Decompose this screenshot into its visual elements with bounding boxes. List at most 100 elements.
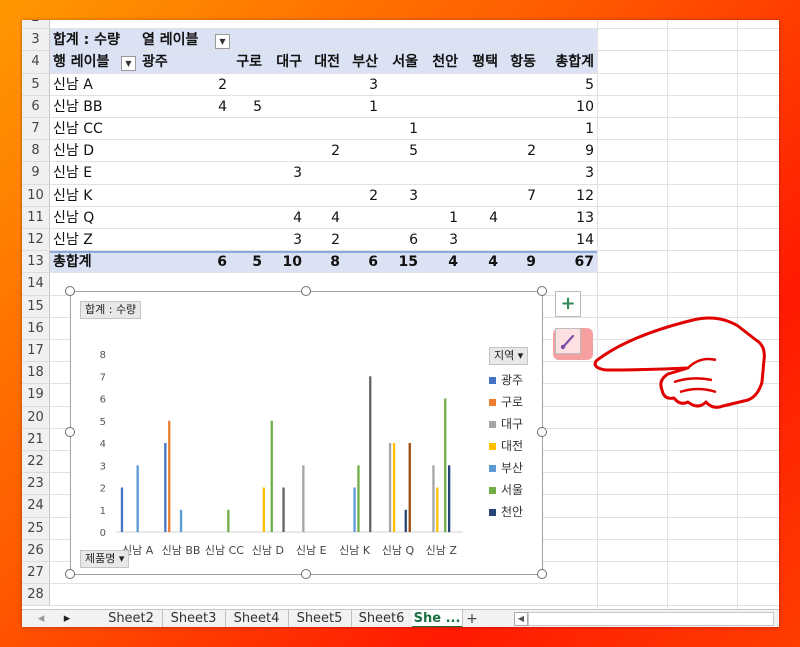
pivot-value-cell[interactable]: 1 — [585, 119, 594, 139]
pivot-value-cell[interactable]: 12 — [576, 186, 594, 206]
grand-total-cell[interactable]: 6 — [368, 252, 378, 272]
sheet-tab[interactable]: Sheet4 — [225, 610, 289, 627]
grand-total-cell[interactable]: 4 — [448, 252, 458, 272]
pivot-row-label[interactable]: 신남 D — [53, 141, 94, 161]
row-header[interactable]: 22 — [22, 451, 50, 474]
row-header[interactable]: 21 — [22, 428, 50, 451]
pivot-value-cell[interactable]: 6 — [409, 230, 418, 250]
legend-item[interactable]: 천안 — [489, 503, 523, 521]
pivot-row-label[interactable]: 신남 A — [53, 75, 93, 95]
pivot-row-label[interactable]: 신남 K — [53, 186, 92, 206]
chart-styles-button[interactable] — [555, 328, 581, 354]
pivot-value-cell[interactable]: 1 — [409, 119, 418, 139]
pivot-value-cell[interactable]: 5 — [409, 141, 418, 161]
pivot-value-cell[interactable]: 3 — [293, 163, 302, 183]
chart-elements-button[interactable]: + — [555, 291, 581, 317]
row-header[interactable]: 16 — [22, 317, 50, 340]
legend-item[interactable]: 구로 — [489, 393, 523, 411]
grand-total-cell[interactable]: 8 — [330, 252, 340, 272]
column-filter-dropdown[interactable]: ▼ — [215, 34, 230, 50]
value-field-button[interactable]: 합계 : 수량 — [80, 301, 142, 319]
row-header[interactable]: 5 — [22, 73, 50, 96]
row-header[interactable]: 20 — [22, 406, 50, 429]
resize-handle-bl[interactable] — [65, 569, 75, 579]
pivot-value-cell[interactable]: 2 — [218, 75, 227, 95]
sheet-tab[interactable]: Sheet5 — [288, 610, 352, 627]
legend-item[interactable]: 부산 — [489, 459, 523, 477]
resize-handle-r[interactable] — [537, 427, 547, 437]
pivot-value-cell[interactable]: 3 — [449, 230, 458, 250]
pivot-value-cell[interactable]: 1 — [449, 208, 458, 228]
row-header[interactable]: 12 — [22, 229, 50, 252]
grand-total-cell[interactable]: 5 — [252, 252, 262, 272]
pivot-value-cell[interactable]: 3 — [293, 230, 302, 250]
resize-handle-tr[interactable] — [537, 286, 547, 296]
grand-total-cell[interactable]: 15 — [399, 252, 418, 272]
pivot-row-label[interactable]: 신남 CC — [53, 119, 103, 139]
sheet-tab[interactable]: She ... — [412, 610, 463, 627]
resize-handle-l[interactable] — [65, 427, 75, 437]
grand-total-cell[interactable]: 67 — [575, 252, 594, 272]
row-header[interactable]: 14 — [22, 273, 50, 296]
horizontal-scrollbar[interactable] — [528, 612, 774, 626]
resize-handle-b[interactable] — [301, 569, 311, 579]
resize-handle-t[interactable] — [301, 286, 311, 296]
tab-scroll-next[interactable]: ▸ — [52, 610, 82, 627]
pivot-value-cell[interactable]: 10 — [576, 97, 594, 117]
resize-handle-br[interactable] — [537, 569, 547, 579]
legend-item[interactable]: 대전 — [489, 437, 523, 455]
row-header[interactable]: 17 — [22, 340, 50, 363]
pivot-value-cell[interactable]: 7 — [527, 186, 536, 206]
row-filter-dropdown[interactable]: ▼ — [121, 56, 136, 72]
legend-item[interactable]: 대구 — [489, 415, 523, 433]
pivot-value-cell[interactable]: 2 — [331, 141, 340, 161]
row-header[interactable]: 19 — [22, 384, 50, 407]
row-header[interactable]: 7 — [22, 118, 50, 141]
row-header[interactable]: 8 — [22, 140, 50, 163]
pivot-value-cell[interactable]: 4 — [293, 208, 302, 228]
row-header[interactable]: 26 — [22, 539, 50, 562]
pivot-value-cell[interactable]: 3 — [585, 163, 594, 183]
legend-item[interactable]: 광주 — [489, 371, 523, 389]
row-header[interactable]: 23 — [22, 473, 50, 496]
grand-total-cell[interactable]: 10 — [283, 252, 302, 272]
row-header[interactable]: 4 — [22, 51, 50, 74]
pivot-value-cell[interactable]: 4 — [331, 208, 340, 228]
row-header[interactable]: 3 — [22, 29, 50, 52]
legend-field-button[interactable]: 지역 ▾ — [489, 347, 529, 365]
pivot-value-cell[interactable]: 2 — [369, 186, 378, 206]
resize-handle-tl[interactable] — [65, 286, 75, 296]
pivot-value-cell[interactable]: 13 — [576, 208, 594, 228]
pivot-value-cell[interactable]: 2 — [331, 230, 340, 250]
row-header[interactable]: 9 — [22, 162, 50, 185]
pivot-value-cell[interactable]: 2 — [527, 141, 536, 161]
pivot-row-label[interactable]: 신남 BB — [53, 97, 102, 117]
pivot-value-cell[interactable]: 4 — [489, 208, 498, 228]
pivot-value-cell[interactable]: 1 — [369, 97, 378, 117]
pivot-chart[interactable]: 합계 : 수량 0 1 2 3 4 5 6 7 8 신남 A 신남 BB 신남 CC 신남 D 신남 E신… — [70, 291, 543, 575]
pivot-row-label[interactable]: 신남 Q — [53, 208, 94, 228]
grand-total-cell[interactable]: 6 — [217, 252, 227, 272]
row-header[interactable]: 2 — [22, 20, 50, 30]
row-header[interactable]: 10 — [22, 184, 50, 207]
row-header[interactable]: 27 — [22, 562, 50, 585]
sheet-tab[interactable]: Sheet6 — [351, 610, 413, 627]
axis-field-button[interactable]: 제품명 ▾ — [80, 550, 130, 568]
row-header[interactable]: 28 — [22, 584, 50, 607]
grand-total-cell[interactable]: 9 — [526, 252, 536, 272]
pivot-value-cell[interactable]: 3 — [369, 75, 378, 95]
row-header[interactable]: 6 — [22, 95, 50, 118]
sheet-tab[interactable]: Sheet3 — [162, 610, 226, 627]
row-header[interactable]: 13 — [22, 251, 50, 274]
pivot-value-cell[interactable]: 4 — [218, 97, 227, 117]
row-header[interactable]: 18 — [22, 362, 50, 385]
row-header[interactable]: 15 — [22, 295, 50, 318]
row-header[interactable]: 25 — [22, 517, 50, 540]
row-header[interactable]: 11 — [22, 206, 50, 229]
pivot-value-cell[interactable]: 3 — [409, 186, 418, 206]
pivot-value-cell[interactable]: 5 — [585, 75, 594, 95]
pivot-value-cell[interactable]: 5 — [253, 97, 262, 117]
legend-item[interactable]: 서울 — [489, 481, 523, 499]
pivot-row-label[interactable]: 신남 Z — [53, 230, 93, 250]
pivot-row-label[interactable]: 신남 E — [53, 163, 92, 183]
